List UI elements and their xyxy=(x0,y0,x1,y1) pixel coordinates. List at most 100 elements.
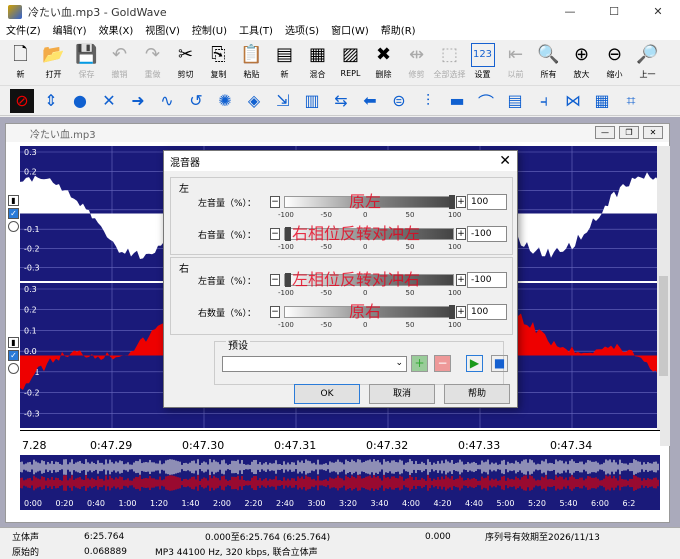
doc-restore-button[interactable]: ❐ xyxy=(619,126,639,139)
rainbow-icon[interactable]: ▤ xyxy=(503,89,527,113)
preset-dropdown[interactable]: ⌄ xyxy=(222,356,407,372)
slider-thumb[interactable] xyxy=(285,227,291,241)
toolbar-button-2[interactable]: 💾 保存 xyxy=(70,40,103,86)
decrease-button[interactable]: − xyxy=(270,306,280,318)
toolbar-button-6[interactable]: ⎘ 复制 xyxy=(202,40,235,86)
left-channel-radio[interactable] xyxy=(8,221,19,232)
toolbar-button-label: 缩小 xyxy=(606,70,623,79)
menu-file[interactable]: 文件(Z) xyxy=(0,24,47,40)
sliders-icon[interactable]: ⫶ xyxy=(416,89,440,113)
toolbar-button-label: 保存 xyxy=(78,70,95,79)
no-sign-icon[interactable]: ⊘ xyxy=(10,88,34,113)
spectrum-icon[interactable]: ▦ xyxy=(590,89,614,113)
toolbar-button-label: 全部选择 xyxy=(433,70,466,79)
menu-window[interactable]: 窗口(W) xyxy=(325,24,375,40)
toolbar-button-8[interactable]: ▤ 新 xyxy=(268,40,301,86)
equalizer-icon[interactable]: ▥ xyxy=(300,89,324,113)
menu-tools[interactable]: 工具(T) xyxy=(233,24,279,40)
help-button[interactable]: 帮助 xyxy=(444,384,510,404)
color-cube-icon[interactable]: ◈ xyxy=(242,89,266,113)
increase-button[interactable]: + xyxy=(456,274,466,286)
minimize-button[interactable]: — xyxy=(548,0,592,24)
toolbar-button-18[interactable]: ⊖ 缩小 xyxy=(598,40,631,86)
play-preview-button[interactable]: ▶ xyxy=(466,355,483,372)
toolbar-button-3[interactable]: ↶ 撤销 xyxy=(103,40,136,86)
gradient-bar-icon[interactable]: ▬ xyxy=(445,89,469,113)
menu-options[interactable]: 选项(S) xyxy=(279,24,325,40)
undo-icon: ↶ xyxy=(111,44,128,65)
crossed-tools-icon[interactable]: ✕ xyxy=(97,89,121,113)
toolbar-button-9[interactable]: ▦ 混合 xyxy=(301,40,334,86)
left-arrow-icon[interactable]: ⬅ xyxy=(358,89,382,113)
menu-effects[interactable]: 效果(X) xyxy=(93,24,140,40)
toolbar-button-1[interactable]: 📂 打开 xyxy=(37,40,70,86)
vertical-scrollbar[interactable] xyxy=(657,146,670,446)
toolbar-button-5[interactable]: ✂ 剪切 xyxy=(169,40,202,86)
overview-waveform[interactable]: 0:00 0:20 0:40 1:00 1:20 1:40 2:00 2:20 2:40 3:00… xyxy=(19,455,660,510)
menu-edit[interactable]: 编辑(Y) xyxy=(47,24,93,40)
toolbar-button-0[interactable]: 🗋 新 xyxy=(4,40,37,86)
maximize-button[interactable]: ☐ xyxy=(592,0,636,24)
split-icon[interactable]: ⫞ xyxy=(532,89,556,113)
volume-value-field[interactable]: 100 xyxy=(467,304,507,320)
remove-preset-button[interactable]: − xyxy=(434,355,451,372)
toolbar-button-17[interactable]: ⊕ 放大 xyxy=(565,40,598,86)
toolbar-button-13[interactable]: ⬚ 全部选择 xyxy=(433,40,466,86)
stop-preview-button[interactable]: ■ xyxy=(491,355,508,372)
right-channel-radio[interactable] xyxy=(8,363,19,374)
crossfade-icon[interactable]: ⋈ xyxy=(561,89,585,113)
left-channel-marker[interactable]: ▮ xyxy=(8,195,19,206)
increase-button[interactable]: + xyxy=(456,228,466,240)
slider-thumb[interactable] xyxy=(285,273,291,287)
sphere-icon[interactable]: ● xyxy=(68,89,92,113)
left-channel-checkbox[interactable]: ✓ xyxy=(8,208,19,219)
increase-button[interactable]: + xyxy=(456,306,466,318)
vertical-center-icon[interactable]: ⊜ xyxy=(387,89,411,113)
wave-icon[interactable]: ∿ xyxy=(155,89,179,113)
ok-button[interactable]: OK xyxy=(294,384,360,404)
scale-tick-label: -100 xyxy=(278,211,294,219)
bidirectional-icon[interactable]: ⇆ xyxy=(329,89,353,113)
toolbar-button-7[interactable]: 📋 粘贴 xyxy=(235,40,268,86)
slider-thumb[interactable] xyxy=(449,305,455,319)
volume-value-field[interactable]: -100 xyxy=(467,226,507,242)
gear-icon[interactable]: ✺ xyxy=(213,89,237,113)
decrease-button[interactable]: − xyxy=(270,274,280,286)
expand-icon[interactable]: ⇲ xyxy=(271,89,295,113)
loop-back-icon[interactable]: ↺ xyxy=(184,89,208,113)
menu-view[interactable]: 视图(V) xyxy=(139,24,186,40)
toolbar-button-12[interactable]: ⇹ 修剪 xyxy=(400,40,433,86)
toolbar-button-19[interactable]: 🔎 上一 xyxy=(631,40,664,86)
right-channel-marker[interactable]: ▮ xyxy=(8,337,19,348)
time-ruler[interactable]: 7.28 0:47.29 0:47.30 0:47.31 0:47.32 0:47.33 0… xyxy=(20,430,660,454)
menu-help[interactable]: 帮助(R) xyxy=(375,24,422,40)
add-preset-button[interactable]: + xyxy=(411,355,428,372)
volume-value-field[interactable]: -100 xyxy=(467,272,507,288)
arch-icon[interactable]: ⌒ xyxy=(474,89,498,113)
envelope-icon[interactable]: ⌗ xyxy=(619,89,643,113)
toolbar-button-14[interactable]: 123 设置 xyxy=(466,40,499,86)
toolbar-button-10[interactable]: ▨ REPL xyxy=(334,40,367,86)
toolbar-button-15[interactable]: ⇤ 以前 xyxy=(499,40,532,86)
doc-close-button[interactable]: ✕ xyxy=(643,126,663,139)
volume-value-field[interactable]: 100 xyxy=(467,194,507,210)
right-channel-checkbox[interactable]: ✓ xyxy=(8,350,19,361)
increase-button[interactable]: + xyxy=(456,196,466,208)
toolbar-button-4[interactable]: ↷ 重做 xyxy=(136,40,169,86)
toolbar-button-label: 新 xyxy=(280,70,289,79)
toolbar-button-16[interactable]: 🔍 所有 xyxy=(532,40,565,86)
overview-tick-label: 5:40 xyxy=(560,499,578,508)
close-button[interactable]: ✕ xyxy=(636,0,680,24)
cancel-button[interactable]: 取消 xyxy=(369,384,435,404)
right-arrow-icon[interactable]: ➜ xyxy=(126,89,150,113)
toolbar-button-11[interactable]: ✖ 删除 xyxy=(367,40,400,86)
doc-minimize-button[interactable]: — xyxy=(595,126,615,139)
scrollbar-thumb[interactable] xyxy=(659,276,668,376)
vertical-arrows-icon[interactable]: ⇕ xyxy=(39,89,63,113)
slider-thumb[interactable] xyxy=(449,195,455,209)
mixer-dialog: 混音器 ✕ 左 右 左音量（%）： − + 100 原左 -100 -50 0 50 1… xyxy=(163,150,518,408)
dialog-close-button[interactable]: ✕ xyxy=(499,153,511,169)
decrease-button[interactable]: − xyxy=(270,228,280,240)
decrease-button[interactable]: − xyxy=(270,196,280,208)
menu-control[interactable]: 控制(U) xyxy=(186,24,233,40)
